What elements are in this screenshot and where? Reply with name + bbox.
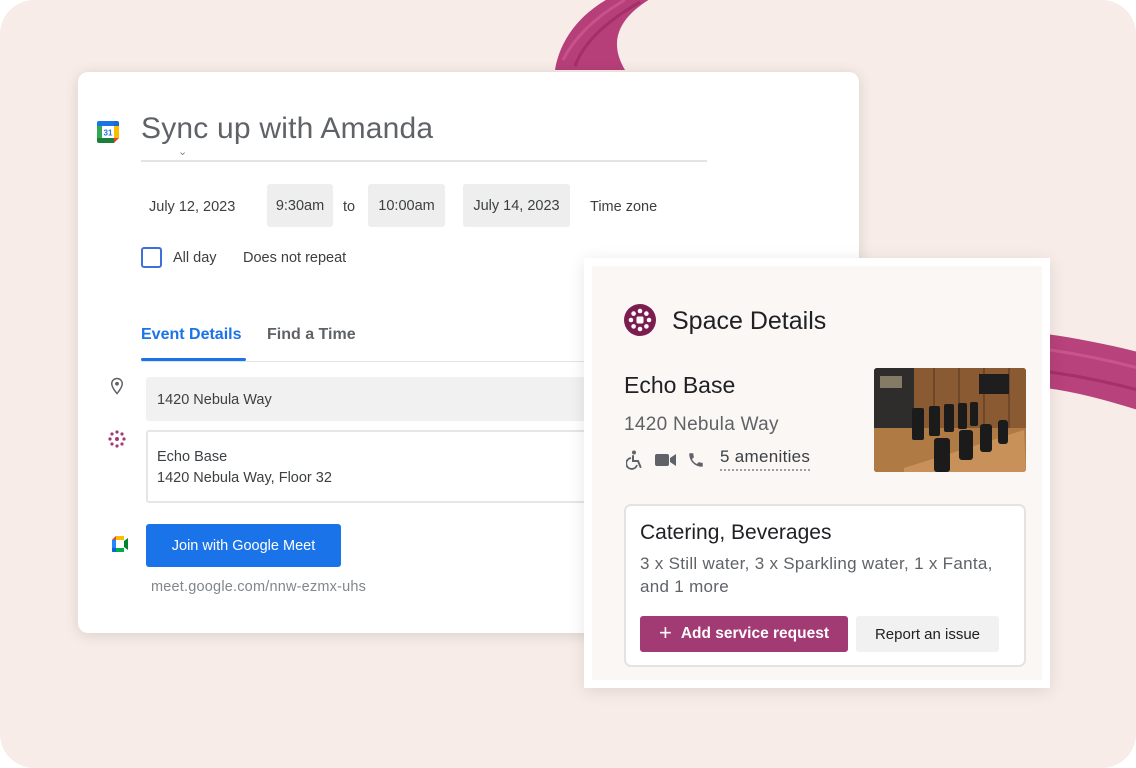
room-name: Echo Base [624,372,736,398]
svg-text:31: 31 [104,129,113,138]
all-day-label: All day [173,250,217,266]
tab-event-details[interactable]: Event Details [141,326,241,344]
start-time-field[interactable]: 9:30am [267,184,333,227]
room-address: 1420 Nebula Way [624,414,779,435]
add-service-request-button[interactable]: + Add service request [640,616,848,652]
video-camera-icon [655,454,676,466]
space-details-panel: Space Details Echo Base 1420 Nebula Way … [592,266,1042,680]
brush-stroke-top [555,0,649,70]
catering-title: Catering, Beverages [640,521,832,544]
amenities-link[interactable]: 5 amenities [720,447,811,471]
plus-icon: + [658,620,672,645]
chevron-down-icon[interactable]: ⌄ [178,145,187,158]
space-address: 1420 Nebula Way, Floor 32 [157,470,332,486]
end-time-field[interactable]: 10:00am [368,184,445,227]
brush-stroke-right [1046,334,1136,410]
all-day-checkbox[interactable] [141,247,162,268]
room-photo [874,368,1026,472]
location-pin-icon [110,377,124,395]
catering-card: Catering, Beverages 3 x Still water, 3 x… [624,504,1026,667]
space-app-icon [108,430,126,448]
space-name: Echo Base [157,449,228,465]
space-details-card: Space Details Echo Base 1420 Nebula Way … [584,258,1050,688]
google-meet-icon [112,536,128,552]
meet-link[interactable]: meet.google.com/nnw-ezmx-uhs [151,579,366,595]
phone-icon [689,453,703,467]
space-details-title: Space Details [672,307,827,335]
google-calendar-logo-icon: 31 [97,121,119,143]
join-google-meet-button[interactable]: Join with Google Meet [146,524,341,567]
report-issue-button[interactable]: Report an issue [856,616,999,652]
start-date-field[interactable]: July 12, 2023 [149,199,235,215]
catering-description: 3 x Still water, 3 x Sparkling water, 1 … [640,554,993,596]
to-label: to [343,199,356,215]
add-service-request-label: Add service request [680,625,830,642]
end-date-field[interactable]: July 14, 2023 [463,184,570,227]
time-zone-button[interactable]: Time zone [590,199,657,215]
repeat-dropdown[interactable]: Does not repeat [243,250,346,266]
title-underline [141,160,707,162]
space-app-logo-icon [624,304,656,336]
event-title-input[interactable]: Sync up with Amanda [141,112,433,146]
tab-find-a-time[interactable]: Find a Time [267,326,356,344]
accessibility-icon [626,450,642,470]
